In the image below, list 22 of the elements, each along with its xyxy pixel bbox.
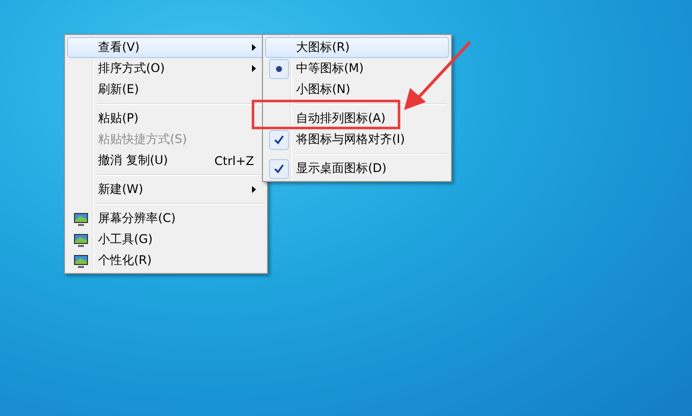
menu-item[interactable]: 刷新(E) <box>67 79 265 100</box>
menu-item[interactable]: 排序方式(O) <box>67 58 265 79</box>
menu-item[interactable]: 大图标(R) <box>265 37 449 58</box>
monitor-icon <box>73 232 89 248</box>
menu-item[interactable]: 撤消 复制(U) Ctrl+Z <box>67 150 265 171</box>
menu-item[interactable]: 小图标(N) <box>265 79 449 100</box>
submenu-arrow-icon <box>252 65 256 72</box>
menu-item[interactable]: 将图标与网格对齐(I) <box>265 129 449 150</box>
arrow-annotation <box>404 40 472 110</box>
menu-item[interactable]: 中等图标(M) <box>265 58 449 79</box>
submenu-arrow-icon <box>252 44 256 51</box>
menu-item[interactable]: 粘贴(P) <box>67 108 265 129</box>
monitor-icon <box>73 210 89 226</box>
menu-item[interactable]: 个性化(R) <box>67 250 265 271</box>
monitor-icon <box>73 252 89 268</box>
menu-item[interactable]: 屏幕分辨率(C) <box>67 208 265 229</box>
menu-item[interactable]: 自动排列图标(A) <box>265 108 449 129</box>
submenu-arrow-icon <box>252 186 256 193</box>
menu-item[interactable]: 小工具(G) <box>67 229 265 250</box>
menu-item[interactable]: 查看(V) <box>67 37 265 58</box>
menu-item[interactable]: 新建(W) <box>67 179 265 200</box>
menu-item[interactable]: 显示桌面图标(D) <box>265 158 449 179</box>
